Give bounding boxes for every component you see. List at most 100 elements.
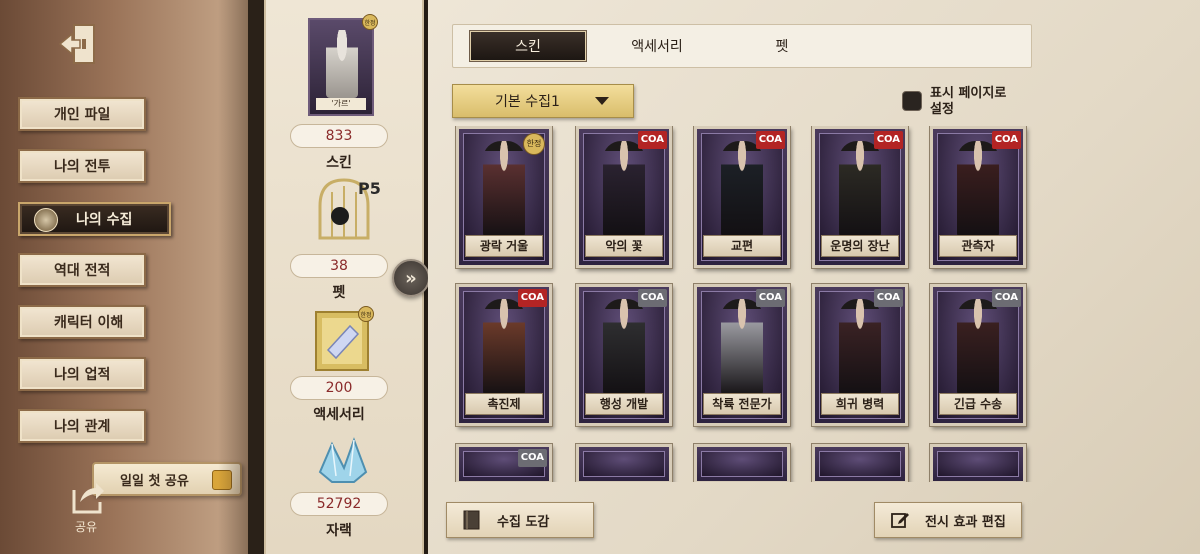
skin-card[interactable]: COA 착륙 전문가	[694, 284, 790, 426]
skin-card[interactable]: COA 운명의 장난	[812, 126, 908, 268]
skin-card-name: 관측자	[939, 235, 1017, 257]
display-page-label: 표시 페이지로 설정	[930, 86, 1007, 117]
skin-card-frame	[819, 451, 901, 477]
pet-label: 펫	[332, 285, 346, 301]
skin-card-name: 교편	[703, 235, 781, 257]
skin-card-name: 운명의 장난	[821, 235, 899, 257]
catalog-button[interactable]: 수집 도감	[446, 502, 594, 538]
skin-figure	[603, 141, 645, 239]
skin-figure	[957, 141, 999, 239]
limited-badge: 한정	[523, 133, 545, 155]
skin-figure	[721, 299, 763, 397]
collection-filter-dropdown[interactable]: 기본 수집1	[452, 84, 634, 118]
collection-emblem-icon	[34, 208, 58, 232]
coa-badge: COA	[755, 289, 785, 307]
tab-bar: 스킨 액세서리 펫	[452, 24, 1032, 68]
coa-badge: COA	[991, 131, 1021, 149]
nav-item-collection[interactable]: 나의 수집	[18, 202, 171, 236]
nav-item-character[interactable]: 캐릭터 이해	[18, 305, 146, 339]
skin-card[interactable]: COA 행성 개발	[576, 284, 672, 426]
skin-card-name: 광락 거울	[465, 235, 543, 257]
display-page-toggle[interactable]: 표시 페이지로 설정	[902, 86, 1032, 122]
skin-card[interactable]: COA 관측자	[930, 126, 1026, 268]
nav-item-profile[interactable]: 개인 파일	[18, 97, 146, 131]
edit-icon	[889, 509, 911, 531]
share-button[interactable]: 공유	[64, 480, 108, 540]
skin-grid: 한정광락 거울 COA 악의 꽃 COA 교편 COA 운명의 장난 COA 관측자 COA 촉진제…	[452, 126, 1042, 482]
nav-item-battles[interactable]: 나의 전투	[18, 149, 146, 183]
tab-skins[interactable]: 스킨	[469, 30, 587, 62]
share-label: 공유	[74, 520, 98, 534]
pet-art-icon: P5	[306, 172, 381, 242]
collection-filter-value: 기본 수집1	[495, 94, 560, 110]
skin-card[interactable]: COA 촉진제	[456, 284, 552, 426]
nav-item-collection-label: 나의 수집	[76, 212, 133, 228]
puzzle-icon	[212, 470, 232, 490]
skin-card[interactable]: COA 악의 꽃	[576, 126, 672, 268]
skin-figure	[839, 299, 881, 397]
skin-figure	[483, 299, 525, 397]
nav-item-relations[interactable]: 나의 관계	[18, 409, 146, 443]
limited-badge: 한정	[362, 14, 378, 30]
skin-card-partial[interactable]	[930, 444, 1026, 482]
coa-badge: COA	[873, 131, 903, 149]
accessory-limited-badge: 한정	[358, 306, 374, 322]
daily-share-label: 일일 첫 공유	[120, 473, 189, 489]
skin-card[interactable]: COA 교편	[694, 126, 790, 268]
skin-card-partial[interactable]: COA	[456, 444, 552, 482]
skin-card-name: 행성 개발	[585, 393, 663, 415]
skin-figure	[603, 299, 645, 397]
skin-card-name: 긴급 수송	[939, 393, 1017, 415]
skin-card[interactable]: COA 희귀 병력	[812, 284, 908, 426]
asset-label: 자랙	[326, 523, 352, 539]
skin-card-frame	[583, 451, 665, 477]
skin-card[interactable]: 한정광락 거울	[456, 126, 552, 268]
skin-card-partial[interactable]	[812, 444, 908, 482]
edit-display-button[interactable]: 전시 효과 편집	[874, 502, 1022, 538]
character-portrait[interactable]: 한정 '가르'	[308, 14, 378, 116]
accessory-label: 액세서리	[313, 407, 365, 423]
skin-figure	[721, 141, 763, 239]
skin-card-frame	[937, 451, 1019, 477]
crystal-art-icon	[306, 432, 376, 488]
skin-count: 833	[290, 124, 388, 148]
skin-card-frame	[701, 451, 783, 477]
skin-card-name: 희귀 병력	[821, 393, 899, 415]
coa-badge: COA	[755, 131, 785, 149]
coa-badge: COA	[991, 289, 1021, 307]
svg-text:P5: P5	[358, 179, 381, 198]
main-panel: 스킨 액세서리 펫 기본 수집1 표시 페이지로 설정 한정광락 거울 COA 악의…	[428, 0, 1200, 554]
edit-display-button-label: 전시 효과 편집	[925, 514, 1006, 530]
skin-card-name: 착륙 전문가	[703, 393, 781, 415]
skin-card-partial[interactable]	[694, 444, 790, 482]
checkbox-icon[interactable]	[902, 91, 922, 111]
daily-share-pill[interactable]: 일일 첫 공유	[92, 462, 242, 496]
pet-count: 38	[290, 254, 388, 278]
skin-card-partial[interactable]	[576, 444, 672, 482]
exit-icon[interactable]	[55, 18, 107, 70]
coa-badge: COA	[873, 289, 903, 307]
skin-card-name: 악의 꽃	[585, 235, 663, 257]
nav-item-achievements[interactable]: 나의 업적	[18, 357, 146, 391]
coa-badge: COA	[637, 131, 667, 149]
tab-accessories[interactable]: 액세서리	[587, 30, 727, 62]
coa-badge: COA	[517, 449, 547, 467]
coa-badge: COA	[637, 289, 667, 307]
skin-card-name: 촉진제	[465, 393, 543, 415]
asset-count: 52792	[290, 492, 388, 516]
nav-item-history[interactable]: 역대 전적	[18, 253, 146, 287]
catalog-button-label: 수집 도감	[497, 514, 550, 530]
chevron-down-icon	[595, 97, 609, 105]
character-figure	[326, 30, 358, 98]
skin-figure	[839, 141, 881, 239]
book-icon	[461, 509, 483, 531]
coa-badge: COA	[517, 289, 547, 307]
skin-figure	[957, 299, 999, 397]
skin-figure	[483, 141, 525, 239]
skin-card[interactable]: COA 긴급 수송	[930, 284, 1026, 426]
expand-chevron-icon[interactable]: »	[392, 259, 430, 297]
left-nav: 개인 파일 나의 전투 나의 수집 역대 전적 캐릭터 이해 나의 업적 나의 …	[0, 0, 248, 554]
share-icon	[72, 483, 104, 514]
accessory-count: 200	[290, 376, 388, 400]
tab-pets[interactable]: 펫	[727, 30, 837, 62]
